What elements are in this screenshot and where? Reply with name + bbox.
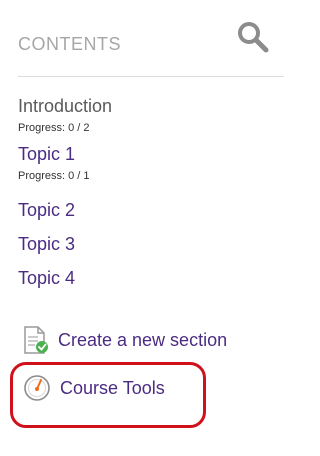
toc-link-topic-1[interactable]: Topic 1 [18,144,75,164]
search-icon [238,22,269,53]
header-divider [18,76,284,77]
contents-header: CONTENTS [0,0,318,78]
toc-link-topic-2[interactable]: Topic 2 [18,200,75,220]
toc-item-topic-1: Topic 1 Progress: 0 / 1 [18,142,308,198]
toc-link-topic-3[interactable]: Topic 3 [18,234,75,254]
document-add-icon [24,326,48,354]
table-of-contents: Introduction Progress: 0 / 2 Topic 1 Pro… [18,94,308,300]
toc-item-introduction: Introduction Progress: 0 / 2 [18,94,308,142]
toc-item-topic-2: Topic 2 [18,198,308,232]
progress-introduction: Progress: 0 / 2 [18,122,90,134]
create-section-label: Create a new section [58,329,228,350]
course-tools-highlight [10,362,206,428]
toc-link-topic-4[interactable]: Topic 4 [18,268,75,288]
toc-link-introduction[interactable]: Introduction [18,96,112,116]
toc-item-topic-3: Topic 3 [18,232,308,266]
create-section-link[interactable]: Create a new section [20,325,227,355]
contents-title: CONTENTS [18,34,121,54]
search-button[interactable] [236,20,270,54]
toc-item-topic-4: Topic 4 [18,266,308,300]
progress-topic-1: Progress: 0 / 1 [18,170,90,182]
